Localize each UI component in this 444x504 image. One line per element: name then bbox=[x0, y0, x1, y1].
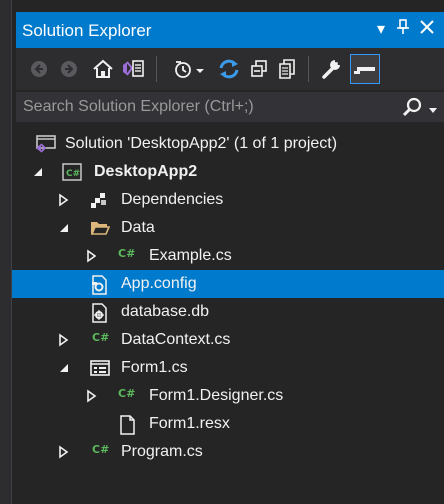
database-file-icon bbox=[90, 303, 108, 323]
tree-item-label: database.db bbox=[121, 303, 210, 320]
collapsed-arrow-icon[interactable] bbox=[58, 445, 70, 459]
clock-dropdown-icon bbox=[175, 61, 204, 78]
sync-icon bbox=[219, 59, 239, 79]
tree-item-app-config[interactable]: App.config bbox=[12, 270, 444, 298]
search-input[interactable]: Search Solution Explorer (Ctrl+;) bbox=[23, 98, 254, 116]
title-bar: Solution Explorer ▾ bbox=[16, 12, 444, 48]
toolbar-separator bbox=[156, 56, 157, 82]
show-all-files-icon bbox=[279, 59, 295, 79]
tree-item-program-cs[interactable]: C# Program.cs bbox=[12, 438, 444, 466]
tree-item-solution[interactable]: Solution 'DesktopApp2' (1 of 1 project) bbox=[12, 130, 444, 158]
tree-item-label: Program.cs bbox=[121, 443, 203, 460]
collapsed-arrow-icon[interactable] bbox=[58, 193, 70, 207]
pin-button[interactable] bbox=[392, 19, 414, 41]
csharp-file-icon: C# bbox=[118, 387, 136, 400]
tree-item-form1-resx[interactable]: Form1.resx bbox=[12, 410, 444, 438]
expanded-arrow-icon[interactable] bbox=[58, 361, 70, 375]
open-folder-icon bbox=[90, 219, 111, 237]
wrench-icon bbox=[322, 59, 341, 79]
toolbar bbox=[16, 48, 444, 90]
tree-item-label: Form1.resx bbox=[149, 415, 230, 432]
panel-title: Solution Explorer bbox=[22, 21, 152, 40]
resource-file-icon bbox=[118, 415, 136, 435]
forward-arrow-icon bbox=[61, 61, 77, 77]
csharp-project-icon: C# bbox=[62, 163, 82, 181]
csharp-file-icon: C# bbox=[118, 247, 136, 260]
tree-item-database-db[interactable]: database.db bbox=[12, 298, 444, 326]
config-file-icon bbox=[90, 275, 108, 295]
tree-item-label: Form1.cs bbox=[121, 359, 188, 376]
csharp-file-icon: C# bbox=[92, 443, 110, 456]
collapsed-arrow-icon[interactable] bbox=[58, 333, 70, 347]
expanded-arrow-icon[interactable] bbox=[58, 221, 70, 235]
sync-button[interactable] bbox=[216, 56, 242, 82]
properties-button[interactable] bbox=[318, 56, 344, 82]
window-menu-button[interactable]: ▾ bbox=[370, 19, 392, 41]
svg-text:C#: C# bbox=[66, 169, 80, 179]
tree-item-datacontext-cs[interactable]: C# DataContext.cs bbox=[12, 326, 444, 354]
home-button[interactable] bbox=[90, 56, 116, 82]
collapsed-arrow-icon[interactable] bbox=[86, 389, 98, 403]
tree-item-label: Data bbox=[121, 219, 155, 236]
solution-icon bbox=[36, 135, 56, 153]
show-all-files-button[interactable] bbox=[274, 56, 300, 82]
search-box[interactable]: Search Solution Explorer (Ctrl+;) bbox=[16, 92, 444, 122]
switch-views-icon bbox=[123, 60, 144, 77]
tree-item-data-folder[interactable]: Data bbox=[12, 214, 444, 242]
tree-item-label: Solution 'DesktopApp2' (1 of 1 project) bbox=[65, 135, 338, 152]
back-arrow-icon bbox=[31, 61, 47, 77]
collapse-all-icon bbox=[251, 60, 267, 77]
windows-form-icon bbox=[90, 359, 110, 377]
expanded-arrow-icon[interactable] bbox=[32, 165, 44, 179]
tree-item-form1-cs[interactable]: Form1.cs bbox=[12, 354, 444, 382]
collapsed-arrow-icon[interactable] bbox=[86, 249, 98, 263]
search-options-chevron-icon[interactable] bbox=[428, 102, 438, 120]
tree-item-form1-designer-cs[interactable]: C# Form1.Designer.cs bbox=[12, 382, 444, 410]
pin-icon bbox=[397, 19, 409, 34]
forward-button[interactable] bbox=[56, 56, 82, 82]
close-button[interactable] bbox=[416, 19, 438, 41]
tree-item-label: DataContext.cs bbox=[121, 331, 231, 348]
collapse-all-button[interactable] bbox=[246, 56, 272, 82]
tree-item-label: Form1.Designer.cs bbox=[149, 387, 284, 404]
home-icon bbox=[93, 59, 113, 78]
tree-item-label: Example.cs bbox=[149, 247, 232, 264]
tree-item-label: DesktopApp2 bbox=[94, 163, 198, 180]
preview-icon bbox=[354, 67, 375, 74]
dependencies-icon bbox=[90, 191, 108, 209]
search-icon[interactable] bbox=[402, 97, 422, 122]
csharp-file-icon: C# bbox=[92, 331, 110, 344]
left-edge-strip bbox=[0, 0, 12, 504]
solution-explorer-panel: Solution Explorer ▾ Search Solution Expl… bbox=[12, 0, 444, 504]
close-icon bbox=[420, 20, 434, 34]
tree-item-project[interactable]: C# DesktopApp2 bbox=[12, 158, 444, 186]
tree-item-label: Dependencies bbox=[121, 191, 224, 208]
back-button[interactable] bbox=[26, 56, 52, 82]
preview-selected-items-button[interactable] bbox=[350, 54, 380, 84]
tree-item-dependencies[interactable]: Dependencies bbox=[12, 186, 444, 214]
tree-item-example-cs[interactable]: C# Example.cs bbox=[12, 242, 444, 270]
toolbar-separator bbox=[308, 56, 309, 82]
pending-changes-filter-button[interactable] bbox=[170, 56, 210, 82]
switch-views-button[interactable] bbox=[120, 56, 146, 82]
tree-item-label: App.config bbox=[121, 275, 197, 292]
